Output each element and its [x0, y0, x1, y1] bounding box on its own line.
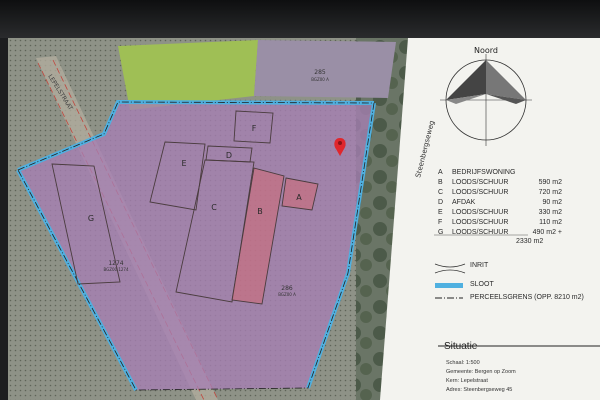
label-building-g: G — [88, 214, 94, 223]
parcel-1274-sub: BGZ00 1274 — [103, 267, 129, 272]
label-building-a: A — [296, 193, 302, 202]
situatie-schaal: Schaal: 1:500 — [446, 360, 480, 366]
label-building-c: C — [211, 203, 217, 212]
legend-item-d: D AFDAK 90 m2 — [438, 199, 562, 206]
legend-perceelsgrens: PERCEELSGRENS (OPP. 8210 m2) — [470, 294, 584, 301]
legend-sloot: SLOOT — [470, 281, 494, 288]
parcel-286-label: 286 — [281, 285, 293, 292]
situatie-gemeente: Gemeente: Bergen op Zoom — [446, 369, 516, 375]
legend-item-b: B LOODS/SCHUUR 590 m2 — [438, 179, 562, 186]
site-plan-sheet: F D E C B A G 285 BGZ00 A 1274 BGZ00 127… — [8, 38, 600, 400]
label-building-f: F — [252, 124, 257, 133]
situatie-kern: Kern: Lepelstraat — [446, 378, 488, 384]
situatie-title: Situatie — [444, 341, 478, 352]
parcel-286-sub: BGZ00 A — [278, 292, 296, 297]
parcel-285-label: 285 — [314, 69, 326, 76]
legend-item-g: G LOODS/SCHUUR 490 m2 + — [438, 229, 562, 236]
photo-background-top — [0, 0, 600, 38]
legend-item-f: F LOODS/SCHUUR 110 m2 — [438, 219, 562, 226]
parcel-285-sub: BGZ00 A — [311, 77, 329, 82]
legend-item-a: A BEDRIJFSWONING — [438, 169, 516, 176]
compass-label: Noord — [474, 46, 498, 55]
sloot-symbol-icon — [435, 283, 463, 288]
label-building-b: B — [257, 207, 263, 216]
situatie-adres: Adres: Steenbergseweg 45 — [446, 387, 513, 393]
legend-total: 2330 m2 — [516, 238, 544, 245]
legend-item-c: C LOODS/SCHUUR 720 m2 — [438, 189, 562, 196]
label-building-d: D — [226, 151, 232, 160]
legend-inrit: INRIT — [470, 262, 489, 269]
parcel-1274-label: 1274 — [108, 260, 123, 267]
legend-item-e: E LOODS/SCHUUR 330 m2 — [438, 209, 562, 216]
label-building-e: E — [181, 159, 186, 168]
